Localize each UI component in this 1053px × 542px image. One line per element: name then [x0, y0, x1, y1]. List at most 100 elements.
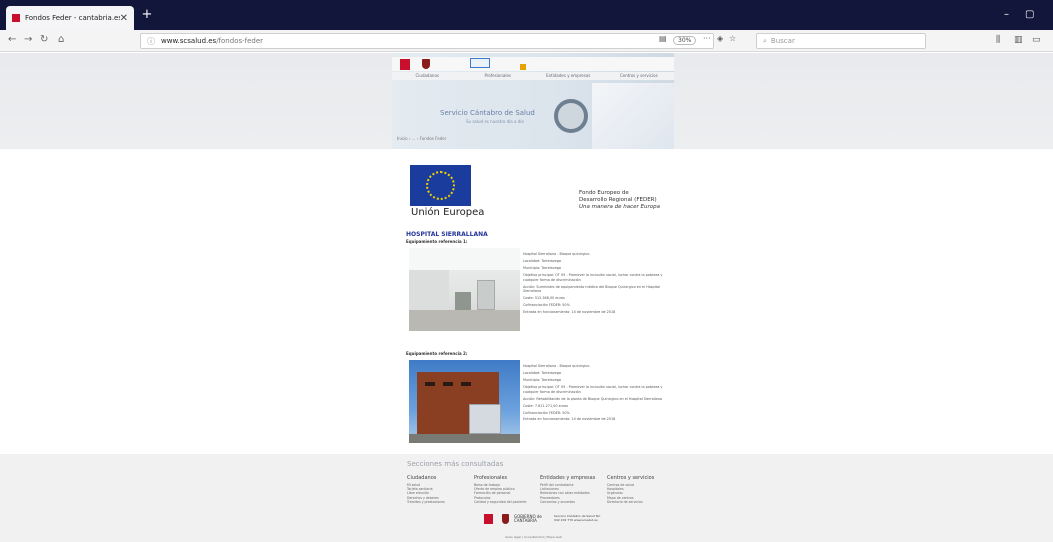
address-bar[interactable]: ⓘ www.scsalud.es /fondos-feder [140, 33, 714, 49]
page-viewport: Ciudadanos Profesionales Entidades y emp… [0, 53, 1053, 542]
footer-column-profesionales: Profesionales Bolsa de trabajo Oferta de… [474, 475, 538, 504]
library-icon[interactable]: ⫼ [996, 35, 1000, 45]
feder-line-2: Desarrollo Regional (FEDER) [579, 197, 657, 203]
site-title: Servicio Cántabro de Salud [440, 109, 535, 117]
ground [409, 434, 520, 443]
feder-line-1: Fondo Europeo de [579, 190, 629, 196]
maximize-icon[interactable]: ▢ [1025, 9, 1034, 20]
site-footer: Secciones más consultadas Ciudadanos Mi … [0, 454, 1053, 542]
footer-column-ciudadanos: Ciudadanos Mi salud Tarjeta sanitaria Li… [407, 475, 471, 504]
site-header: Ciudadanos Profesionales Entidades y emp… [392, 53, 674, 149]
forward-icon[interactable]: → [24, 34, 32, 45]
footer-column-head[interactable]: Centros y servicios [607, 475, 671, 481]
site-subtitle: Su salud es nuestro día a día [466, 119, 524, 124]
doctor-image [592, 83, 674, 149]
wall [409, 270, 449, 310]
footer-column-head[interactable]: Entidades y empresas [540, 475, 604, 481]
stethoscope-icon [554, 99, 588, 133]
footer-link[interactable]: Trámites y prestaciones [407, 500, 471, 504]
main-menu: Ciudadanos Profesionales Entidades y emp… [392, 72, 674, 80]
scs-logo-icon[interactable] [400, 59, 410, 70]
scs-logo-icon [484, 514, 493, 524]
glass-entrance [469, 404, 501, 434]
detail-line: Municipio: Torrelavega [523, 377, 562, 382]
detail-line: Hospital Sierrallana - Bloque quirúrgico [523, 252, 590, 256]
site-favicon-icon [12, 14, 20, 22]
menu-item-centros[interactable]: Centros y servicios [604, 72, 675, 80]
footer-legal-links[interactable]: Aviso legal | Accesibilidad | Mapa web [505, 535, 562, 539]
reader-view-icon[interactable]: ▤ [659, 34, 667, 43]
detail-line: Hospital Sierrallana - Bloque quirúrgico [523, 364, 590, 368]
equipment-details-2: Hospital Sierrallana - Bloque quirúrgico… [523, 364, 677, 424]
tab-close-icon[interactable]: ✕ [120, 13, 128, 24]
browser-toolbar: ← → ↻ ⌂ ⓘ www.scsalud.es /fondos-feder ▤… [0, 30, 1053, 52]
footer-link[interactable]: Directorio de servicios [607, 500, 671, 504]
browser-tab[interactable]: Fondos Feder - cantabria.es ✕ [6, 6, 134, 30]
detail-line: Objetivo principal: OT 09 - Promover la … [523, 272, 663, 282]
reload-icon[interactable]: ↻ [40, 34, 48, 45]
detail-line: Acción: Suministro de equipamiento médic… [523, 284, 660, 294]
equipment-title-2: Equipamiento referencia 2: [406, 351, 468, 356]
equipment-title-1: Equipamiento referencia 1: [406, 239, 468, 244]
footer-column-entidades: Entidades y empresas Perfil del contrata… [540, 475, 604, 504]
home-icon[interactable]: ⌂ [58, 34, 64, 45]
window [443, 382, 453, 386]
search-placeholder: Buscar [770, 37, 795, 45]
footer-column-centros: Centros y servicios Centros de salud Hos… [607, 475, 671, 504]
new-tab-button[interactable]: + [140, 8, 154, 22]
footer-column-head[interactable]: Profesionales [474, 475, 538, 481]
door [477, 280, 495, 310]
footer-logos: GOBIERNO de CANTABRIA Servicio Cántabro … [480, 512, 601, 528]
breadcrumb[interactable]: Inicio › ... › Fondos Feder [397, 136, 446, 141]
detail-line: Entrada en funcionamiento: 14 de noviemb… [523, 417, 616, 422]
detail-line: Coste: 512.368,00 euros [523, 296, 565, 301]
eu-stars-icon [426, 171, 455, 200]
accessibility-icon [520, 64, 526, 70]
cantabria-logo-icon [470, 58, 490, 68]
floor [409, 310, 520, 331]
menu-icon[interactable]: ▭ [1032, 35, 1041, 45]
search-icon: ⌕ [763, 36, 767, 45]
footer-column-head[interactable]: Ciudadanos [407, 475, 471, 481]
site-info-icon[interactable]: ⓘ [147, 36, 155, 47]
menu-item-entidades[interactable]: Entidades y empresas [533, 72, 604, 80]
detail-line: Localidad: Torrelavega [523, 258, 561, 263]
detail-line: Cofinanciación FEDER: 50% [523, 303, 570, 308]
cantabria-shield-icon [502, 514, 509, 524]
pocket-icon[interactable]: ◈ [717, 34, 723, 43]
url-path: /fondos-feder [216, 37, 264, 45]
menu-item-profesionales[interactable]: Profesionales [463, 72, 534, 80]
equipment-details-1: Hospital Sierrallana - Bloque quirúrgico… [523, 252, 677, 317]
tab-title: Fondos Feder - cantabria.es [25, 14, 120, 22]
feder-block: Fondo Europeo de Desarrollo Regional (FE… [579, 190, 689, 211]
cantabria-shield-icon [422, 59, 430, 69]
bookmark-star-icon[interactable]: ☆ [729, 34, 736, 43]
detail-line: Objetivo principal: OT 09 - Promover la … [523, 384, 663, 394]
detail-line: Municipio: Torrelavega [523, 265, 562, 270]
hospital-heading: HOSPITAL SIERRALLANA [406, 231, 488, 238]
page-actions-icon[interactable]: ··· [703, 34, 711, 43]
contact-info: Servicio Cántabro de Salud Tel. 942 202 … [554, 514, 601, 522]
detail-line: Cofinanciación FEDER: 50% [523, 410, 570, 415]
footer-link[interactable]: Calidad y seguridad del paciente [474, 500, 538, 504]
search-input[interactable]: ⌕ Buscar [756, 33, 926, 49]
logo-strip [392, 57, 674, 71]
minimize-icon[interactable]: – [1004, 9, 1009, 20]
menu-item-ciudadanos[interactable]: Ciudadanos [392, 72, 463, 80]
detail-line: Localidad: Torrelavega [523, 370, 561, 375]
eu-label: Unión Europea [411, 207, 485, 218]
government-label: GOBIERNO de CANTABRIA [514, 514, 542, 524]
zoom-indicator[interactable]: 30% [673, 36, 697, 45]
operating-room-photo [409, 248, 520, 331]
footer-title: Secciones más consultadas [407, 460, 504, 468]
window [425, 382, 435, 386]
feder-motto: Una manera de hacer Europa [579, 204, 660, 210]
ceiling [409, 248, 520, 270]
sidebar-icon[interactable]: ▥ [1014, 35, 1023, 45]
detail-line: Coste: 7.811.271,00 euros [523, 403, 568, 408]
footer-link[interactable]: Convenios y acuerdos [540, 500, 604, 504]
browser-tab-bar: Fondos Feder - cantabria.es ✕ + – ▢ [0, 0, 1053, 30]
detail-line: Entrada en funcionamiento: 14 de noviemb… [523, 310, 616, 315]
back-icon[interactable]: ← [8, 34, 16, 45]
detail-line: Acción: Rehabilitación de la planta de B… [523, 396, 662, 401]
